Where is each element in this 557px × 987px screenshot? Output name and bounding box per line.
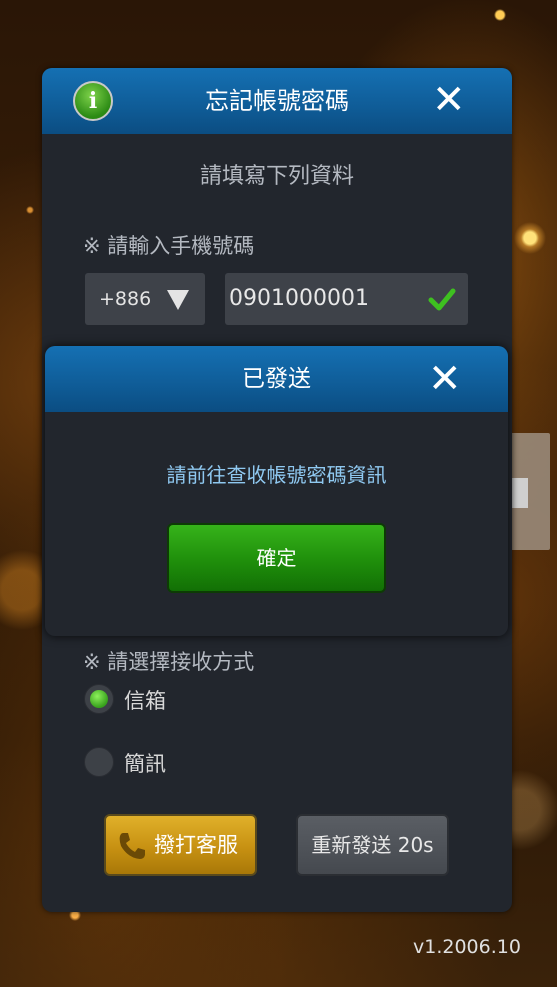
call-support-button[interactable]: 撥打客服 [104,814,257,876]
phone-input-value: 0901000001 [229,286,369,311]
phone-label: ※ 請輸入手機號碼 [83,234,255,258]
alert-message: 請前往查收帳號密碼資訊 [166,463,387,487]
radio-label-email: 信箱 [124,689,166,713]
alert-close-icon[interactable]: ✕ [428,359,462,399]
country-code-select[interactable]: +886 [85,273,205,325]
version-label: v1.2006.10 [413,936,521,958]
phone-icon [119,833,145,859]
country-code-value: +886 [99,288,152,310]
radio-label-sms: 簡訊 [124,752,166,776]
dialog-subtitle: 請填寫下列資料 [199,164,354,189]
phone-input[interactable]: 0901000001 [225,273,468,325]
check-icon [428,288,456,311]
dropdown-triangle-icon [167,290,189,310]
method-label: ※ 請選擇接收方式 [83,650,255,674]
confirm-button[interactable]: 確定 [167,523,386,593]
radio-button-selected[interactable] [84,684,114,714]
call-support-label: 撥打客服 [154,833,238,857]
alert-header: 已發送 ✕ [45,346,508,412]
dialog-header: i 忘記帳號密碼 ✕ [42,68,512,134]
radio-button[interactable] [84,747,114,777]
close-icon[interactable]: ✕ [432,80,466,120]
sent-alert-dialog: 已發送 ✕ 請前往查收帳號密碼資訊 確定 [45,346,508,636]
resend-button[interactable]: 重新發送 20s [296,814,449,876]
